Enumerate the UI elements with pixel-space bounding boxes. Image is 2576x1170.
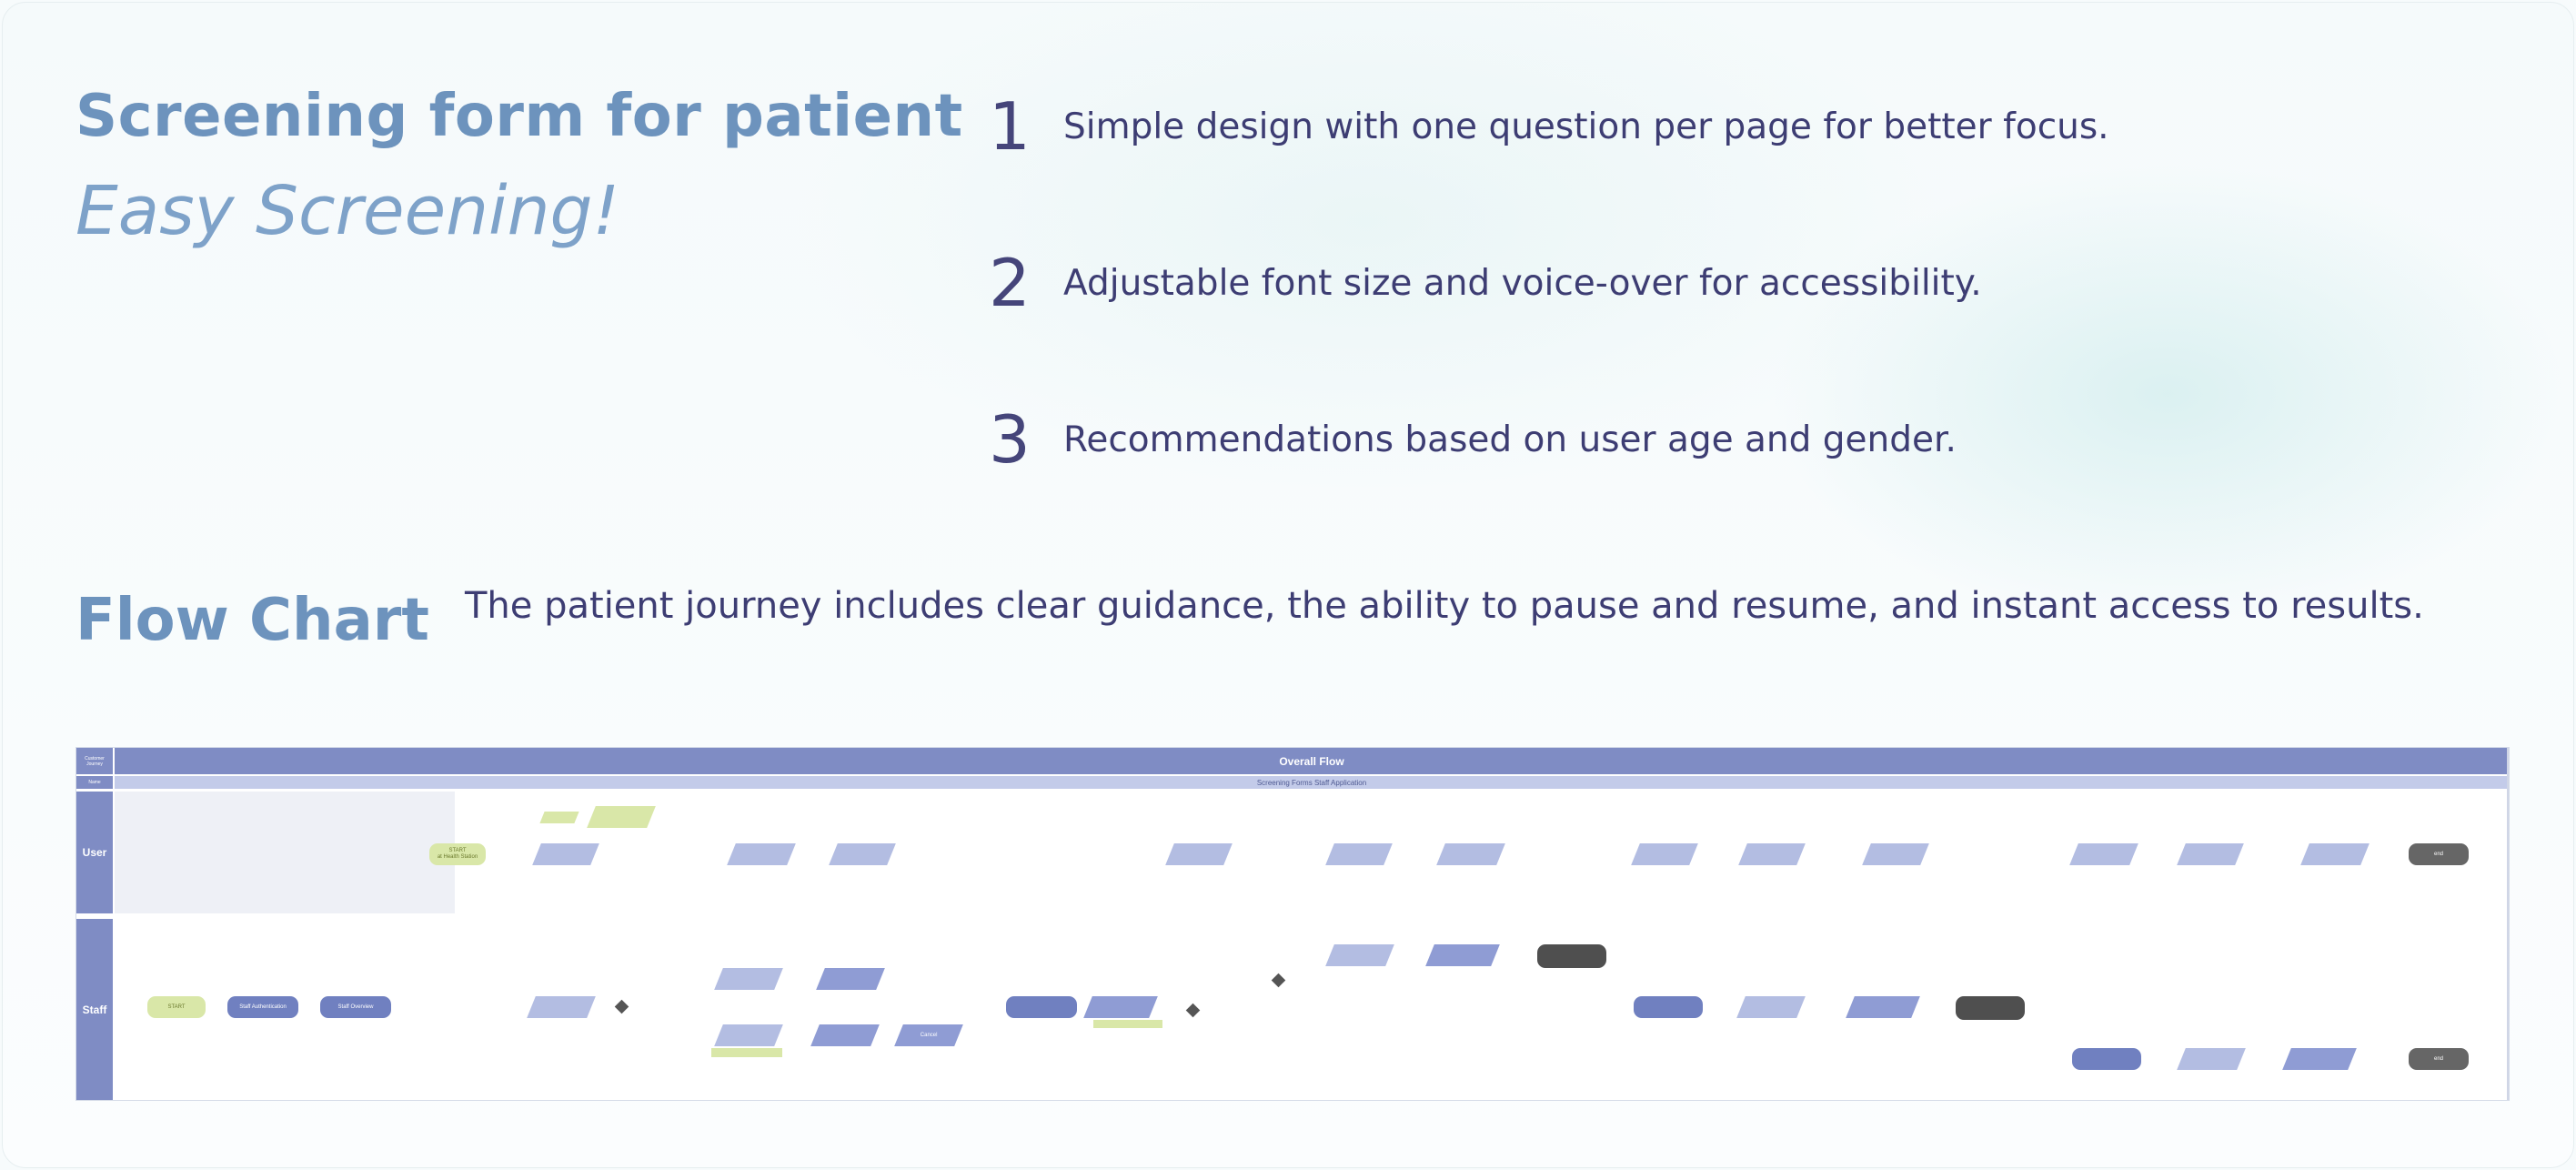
user-start-node: START at Health Station bbox=[429, 843, 486, 865]
staff-node bbox=[1736, 996, 1806, 1018]
staff-node bbox=[1083, 996, 1158, 1018]
user-node bbox=[1631, 843, 1698, 865]
lane-staff: Staff bbox=[76, 919, 113, 1100]
staff-auth-label: Staff Authentication bbox=[239, 1004, 287, 1010]
staff-overview-label: Staff Overview bbox=[337, 1004, 374, 1010]
decision-diamond bbox=[614, 999, 629, 1014]
feature-item-2: 2 Adjustable font size and voice-over fo… bbox=[989, 245, 1982, 321]
flow-chart-title: Flow Chart bbox=[75, 587, 429, 654]
feature-number: 3 bbox=[989, 401, 1031, 478]
page-title: Screening form for patient bbox=[75, 83, 963, 150]
user-node bbox=[727, 843, 796, 865]
feature-text: Recommendations based on user age and ge… bbox=[1063, 419, 1957, 460]
staff-node bbox=[1634, 996, 1703, 1018]
feature-number: 1 bbox=[989, 88, 1031, 165]
staff-dark-node bbox=[1956, 996, 2025, 1020]
feature-item-1: 1 Simple design with one question per pa… bbox=[989, 88, 2109, 165]
user-node bbox=[1738, 843, 1806, 865]
staff-end-node: end bbox=[2409, 1048, 2469, 1070]
staff-node bbox=[714, 1024, 783, 1046]
user-node bbox=[1862, 843, 1929, 865]
staff-end-label: end bbox=[2433, 1055, 2443, 1062]
user-node bbox=[1165, 843, 1233, 865]
staff-node bbox=[714, 968, 783, 990]
decision-diamond bbox=[1185, 1003, 1201, 1018]
staff-node bbox=[2072, 1048, 2141, 1070]
feature-number: 2 bbox=[989, 245, 1031, 321]
user-node bbox=[2069, 843, 2138, 865]
user-node bbox=[2300, 843, 2370, 865]
staff-auth-node: Staff Authentication bbox=[227, 996, 298, 1018]
user-green-node bbox=[587, 806, 656, 828]
staff-cancel-node: Cancel bbox=[894, 1024, 963, 1046]
user-node bbox=[1325, 843, 1393, 865]
staff-node bbox=[527, 996, 596, 1018]
customer-journey-label: Customer Journey bbox=[85, 755, 105, 767]
staff-start-node: START bbox=[147, 996, 206, 1018]
staff-node bbox=[816, 968, 885, 990]
page-subtitle: Easy Screening! bbox=[75, 172, 620, 250]
staff-node bbox=[2177, 1048, 2246, 1070]
staff-green-note bbox=[1093, 1020, 1162, 1028]
customer-journey-header: Customer Journey bbox=[76, 748, 113, 774]
staff-node bbox=[1425, 944, 1500, 966]
flow-chart-description: The patient journey includes clear guida… bbox=[465, 585, 2424, 627]
staff-dark-node bbox=[1537, 944, 1606, 968]
feature-item-3: 3 Recommendations based on user age and … bbox=[989, 401, 1957, 478]
staff-green-note bbox=[711, 1048, 782, 1057]
staff-node bbox=[2282, 1048, 2357, 1070]
user-node bbox=[829, 843, 896, 865]
user-end-node: end bbox=[2409, 843, 2469, 865]
lane-user: User bbox=[76, 792, 113, 913]
user-node bbox=[2177, 843, 2244, 865]
staff-overview-node: Staff Overview bbox=[320, 996, 391, 1018]
staff-node bbox=[810, 1024, 880, 1046]
user-node bbox=[1436, 843, 1505, 865]
lane-divider bbox=[76, 914, 2509, 917]
staff-cancel-label: Cancel bbox=[920, 1032, 938, 1038]
user-start-sublabel: at Health Station bbox=[437, 854, 478, 860]
lane-user-label: User bbox=[82, 846, 107, 859]
staff-node bbox=[1846, 996, 1920, 1018]
decision-diamond bbox=[1271, 973, 1286, 988]
user-empty-area bbox=[115, 792, 455, 913]
staff-node bbox=[1325, 944, 1394, 966]
page-card: Screening form for patient Easy Screenin… bbox=[2, 2, 2574, 1168]
lane-staff-label: Staff bbox=[82, 1003, 107, 1016]
staff-node bbox=[1006, 996, 1077, 1018]
user-end-label: end bbox=[2433, 851, 2443, 857]
feature-text: Adjustable font size and voice-over for … bbox=[1063, 262, 1982, 304]
flow-chart-diagram: Customer Journey Name User Staff Overall… bbox=[75, 747, 2510, 1101]
user-start-label: START bbox=[448, 848, 467, 853]
name-label: Name bbox=[88, 780, 101, 785]
feature-text: Simple design with one question per page… bbox=[1063, 106, 2109, 147]
right-border bbox=[2507, 748, 2509, 1100]
user-node bbox=[532, 843, 599, 865]
user-green-node bbox=[539, 812, 579, 823]
sub-title-bar: Screening Forms Staff Application bbox=[115, 776, 2509, 789]
name-header: Name bbox=[76, 776, 113, 789]
staff-start-label: START bbox=[167, 1004, 186, 1010]
overall-flow-bar: Overall Flow bbox=[115, 748, 2509, 774]
